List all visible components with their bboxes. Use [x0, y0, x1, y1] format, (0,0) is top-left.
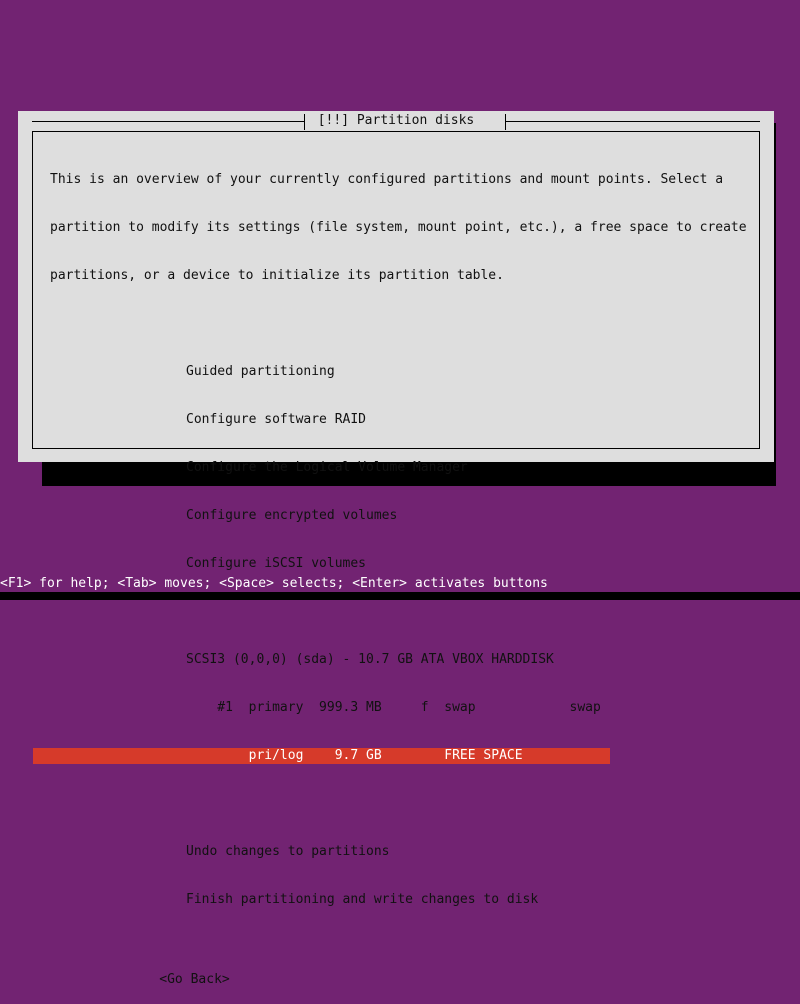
- description-line-1: This is an overview of your currently co…: [50, 172, 724, 187]
- disk-header-sda[interactable]: SCSI3 (0,0,0) (sda) - 10.7 GB ATA VBOX H…: [186, 652, 759, 668]
- partition-action-list: Undo changes to partitions Finish partit…: [33, 812, 759, 940]
- go-back-button[interactable]: <Go Back>: [159, 972, 229, 988]
- spacer-after-description: [33, 316, 759, 332]
- dialog-description: This is an overview of your currently co…: [50, 140, 759, 316]
- menu-item-configure-iscsi-volumes[interactable]: Configure iSCSI volumes: [186, 556, 759, 572]
- menu-item-guided-partitioning[interactable]: Guided partitioning: [186, 364, 759, 380]
- bottom-black-strip: [0, 592, 800, 600]
- menu-item-configure-lvm[interactable]: Configure the Logical Volume Manager: [186, 460, 759, 476]
- description-line-3: partitions, or a device to initialize it…: [50, 268, 504, 283]
- menu-item-configure-software-raid[interactable]: Configure software RAID: [186, 412, 759, 428]
- description-line-2: partition to modify its settings (file s…: [50, 220, 747, 235]
- go-back-row: <Go Back>: [81, 956, 759, 1004]
- dialog-content-frame: This is an overview of your currently co…: [32, 131, 760, 987]
- action-item-undo-changes[interactable]: Undo changes to partitions: [186, 844, 759, 860]
- disk-block: SCSI3 (0,0,0) (sda) - 10.7 GB ATA VBOX H…: [33, 620, 759, 796]
- help-bar: <F1> for help; <Tab> moves; <Space> sele…: [0, 576, 548, 591]
- partition-row-primary-swap[interactable]: #1 primary 999.3 MB f swap swap: [186, 700, 759, 716]
- action-item-finish-partitioning[interactable]: Finish partitioning and write changes to…: [186, 892, 759, 908]
- partition-disks-dialog: [!!] Partition disks This is an overview…: [18, 111, 774, 987]
- partition-row-free-space[interactable]: pri/log 9.7 GB FREE SPACE: [33, 748, 610, 764]
- menu-item-configure-encrypted-volumes[interactable]: Configure encrypted volumes: [186, 508, 759, 524]
- dialog-titlebar: [!!] Partition disks: [18, 111, 774, 131]
- installer-screen: [!!] Partition disks This is an overview…: [0, 0, 800, 987]
- spacer-after-disk: [33, 796, 759, 812]
- dialog-title: [!!] Partition disks: [317, 113, 475, 128]
- partition-menu-list: Guided partitioning Configure software R…: [33, 332, 759, 604]
